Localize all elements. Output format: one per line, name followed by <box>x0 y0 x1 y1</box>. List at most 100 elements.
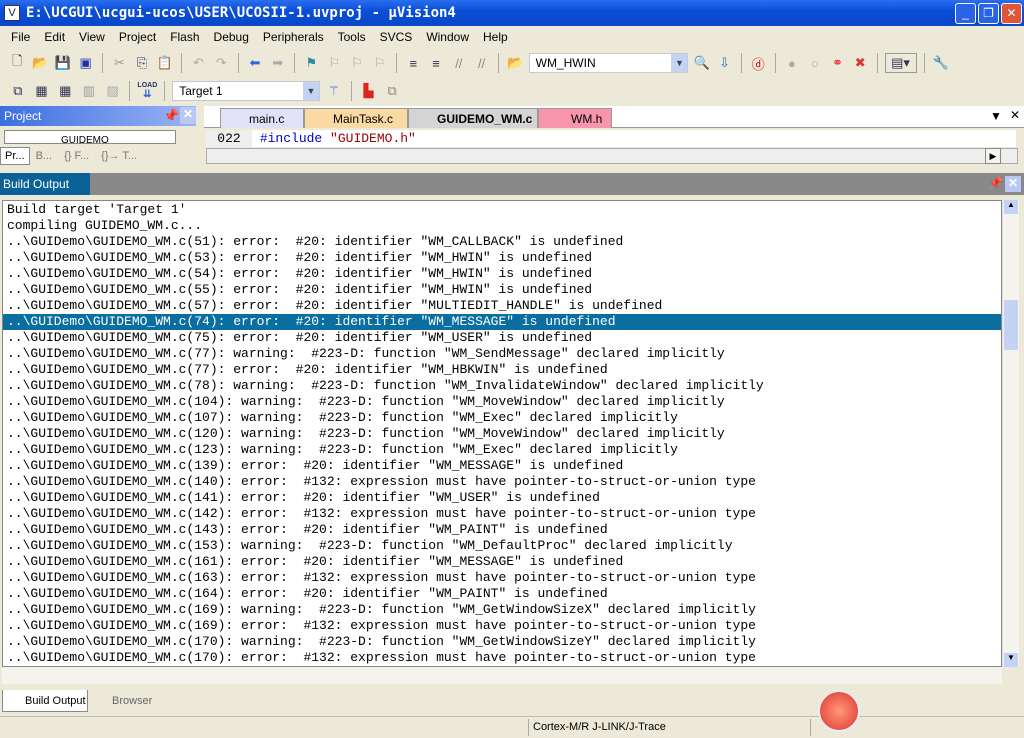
output-line[interactable]: ..\GUIDemo\GUIDEMO_WM.c(170): warning: #… <box>3 634 1001 650</box>
tab-maintask-c[interactable]: MainTask.c <box>304 108 408 128</box>
menu-tools[interactable]: Tools <box>331 30 373 44</box>
tab-functions[interactable]: {} F... <box>58 148 95 164</box>
menu-help[interactable]: Help <box>476 30 515 44</box>
debug-session-icon[interactable]: ⓓ <box>749 53 768 73</box>
output-line[interactable]: ..\GUIDemo\GUIDEMO_WM.c(163): error: #13… <box>3 570 1001 586</box>
target-select[interactable]: Target 1 ▼ <box>172 81 320 101</box>
tab-build-output[interactable]: Build Output <box>2 690 88 712</box>
chevron-down-icon[interactable]: ▼ <box>303 82 319 100</box>
open-folder-icon[interactable]: 📂 <box>31 53 50 73</box>
output-line[interactable]: ..\GUIDemo\GUIDEMO_WM.c(169): warning: #… <box>3 602 1001 618</box>
output-line[interactable]: ..\GUIDemo\GUIDEMO_WM.c(77): error: #20:… <box>3 362 1001 378</box>
comment-icon[interactable]: // <box>449 53 468 73</box>
close-panel-icon[interactable]: ✕ <box>1005 176 1021 192</box>
bookmark-icon[interactable]: ⚑ <box>302 53 321 73</box>
scroll-thumb[interactable] <box>1004 300 1018 350</box>
load-icon[interactable]: LOAD ⇊ <box>137 81 157 101</box>
output-line[interactable]: ..\GUIDemo\GUIDEMO_WM.c(139): error: #20… <box>3 458 1001 474</box>
output-line[interactable]: ..\GUIDemo\GUIDEMO_WM.c(55): error: #20:… <box>3 282 1001 298</box>
output-line[interactable]: ..\GUIDemo\GUIDEMO_WM.c(170): error: #13… <box>3 650 1001 666</box>
target-options-wand-icon[interactable]: ⚚ <box>324 81 344 101</box>
tab-guidemo-wm-c[interactable]: GUIDEMO_WM.c <box>408 108 538 128</box>
redo-icon[interactable]: ↷ <box>212 53 231 73</box>
undo-icon[interactable]: ↶ <box>189 53 208 73</box>
incremental-find-icon[interactable]: ⇩ <box>715 53 734 73</box>
minimize-button[interactable]: _ <box>955 3 976 24</box>
pin-icon[interactable]: 📌 <box>988 176 1003 190</box>
rebuild-icon[interactable]: ▦ <box>55 81 75 101</box>
paste-icon[interactable]: 📋 <box>155 53 174 73</box>
menu-peripherals[interactable]: Peripherals <box>256 30 331 44</box>
menu-debug[interactable]: Debug <box>207 30 256 44</box>
menu-window[interactable]: Window <box>419 30 476 44</box>
output-line[interactable]: ..\GUIDemo\GUIDEMO_WM.c(141): error: #20… <box>3 490 1001 506</box>
tab-browser[interactable]: Browser <box>90 690 158 712</box>
horizontal-scrollbar[interactable] <box>2 667 1002 684</box>
close-button[interactable]: ✕ <box>1001 3 1022 24</box>
output-line[interactable]: Build target 'Target 1' <box>3 202 1001 218</box>
output-line[interactable]: ..\GUIDemo\GUIDEMO_WM.c(142): error: #13… <box>3 506 1001 522</box>
batch-build-icon[interactable]: ▥ <box>79 81 99 101</box>
menu-project[interactable]: Project <box>112 30 163 44</box>
tab-project[interactable]: Pr... <box>0 147 30 165</box>
output-line[interactable]: ..\GUIDemo\GUIDEMO_WM.c(77): warning: #2… <box>3 346 1001 362</box>
output-line[interactable]: ..\GUIDemo\GUIDEMO_WM.c(143): error: #20… <box>3 522 1001 538</box>
select-packs-icon[interactable]: ⧉ <box>382 81 402 101</box>
tab-wm-h[interactable]: WM.h <box>538 108 612 128</box>
menu-edit[interactable]: Edit <box>37 30 72 44</box>
next-bookmark-icon[interactable]: ⚐ <box>348 53 367 73</box>
code-line[interactable]: 022 #include "GUIDEMO.h" <box>206 130 1016 147</box>
output-line[interactable]: ..\GUIDemo\GUIDEMO_WM.c(78): warning: #2… <box>3 378 1001 394</box>
configure-wrench-icon[interactable]: 🔧 <box>931 53 950 73</box>
scroll-right-icon[interactable]: ▶ <box>985 148 1001 164</box>
tab-books[interactable]: B... <box>30 148 59 164</box>
output-line[interactable]: ..\GUIDemo\GUIDEMO_WM.c(53): error: #20:… <box>3 250 1001 266</box>
tab-templates[interactable]: {}→ T... <box>95 148 143 164</box>
disable-breakpoint-icon[interactable]: ○ <box>805 53 824 73</box>
save-all-icon[interactable]: ▣ <box>76 53 95 73</box>
output-line[interactable]: ..\GUIDemo\GUIDEMO_WM.c(51): error: #20:… <box>3 234 1001 250</box>
back-arrow-icon[interactable]: ⬅ <box>246 53 265 73</box>
output-line[interactable]: ..\GUIDemo\GUIDEMO_WM.c(75): error: #20:… <box>3 330 1001 346</box>
output-line[interactable]: ..\GUIDemo\GUIDEMO_WM.c(161): error: #20… <box>3 554 1001 570</box>
pin-icon[interactable]: 📌 <box>163 108 179 124</box>
output-line[interactable]: ..\GUIDemo\GUIDEMO_WM.c(54): error: #20:… <box>3 266 1001 282</box>
output-line[interactable]: ..\GUIDemo\GUIDEMO_WM.c(74): error: #20:… <box>3 313 1001 331</box>
window-layout-icon[interactable]: ▤▾ <box>884 53 917 73</box>
disable-all-breakpoints-icon[interactable]: ⚭ <box>828 53 847 73</box>
find-in-files-icon[interactable]: 📂 <box>506 53 525 73</box>
clear-bookmarks-icon[interactable]: ⚐ <box>370 53 389 73</box>
chevron-down-icon[interactable]: ▼ <box>671 54 688 72</box>
menu-view[interactable]: View <box>72 30 112 44</box>
tab-main-c[interactable]: main.c <box>220 108 304 128</box>
output-line[interactable]: ..\GUIDemo\GUIDEMO_WM.c(153): warning: #… <box>3 538 1001 554</box>
close-tab-icon[interactable]: ✕ <box>1010 108 1020 122</box>
output-line[interactable]: ..\GUIDemo\GUIDEMO_WM.c(104): warning: #… <box>3 394 1001 410</box>
output-line[interactable]: ..\GUIDemo\GUIDEMO_WM.c(164): error: #20… <box>3 586 1001 602</box>
menu-flash[interactable]: Flash <box>163 30 206 44</box>
new-file-icon[interactable]: 🗋 <box>8 53 27 73</box>
kill-breakpoints-icon[interactable]: ✖ <box>851 53 870 73</box>
build-icon[interactable]: ▦ <box>32 81 52 101</box>
menu-svcs[interactable]: SVCS <box>373 30 420 44</box>
output-line[interactable]: ..\GUIDemo\GUIDEMO_WM.c(140): error: #13… <box>3 474 1001 490</box>
output-line[interactable]: ..\GUIDemo\GUIDEMO_WM.c(123): warning: #… <box>3 442 1001 458</box>
output-line[interactable]: ..\GUIDemo\GUIDEMO_WM.c(107): warning: #… <box>3 410 1001 426</box>
vertical-scrollbar[interactable]: ▲ ▼ <box>1002 200 1019 667</box>
tab-list-dropdown-icon[interactable]: ▼ <box>990 109 1002 123</box>
save-icon[interactable]: 💾 <box>54 53 73 73</box>
find-icon[interactable]: 🔍 <box>692 53 711 73</box>
close-panel-icon[interactable]: ✕ <box>180 107 196 124</box>
breakpoint-icon[interactable]: ● <box>783 53 802 73</box>
maximize-button[interactable]: ❐ <box>978 3 999 24</box>
scroll-down-icon[interactable]: ▼ <box>1004 653 1018 667</box>
forward-arrow-icon[interactable]: ➡ <box>268 53 287 73</box>
find-combo[interactable]: WM_HWIN ▼ <box>528 53 689 73</box>
project-tree[interactable]: GUIDEMO <box>4 130 176 144</box>
menu-file[interactable]: File <box>4 30 37 44</box>
cut-icon[interactable]: ✂ <box>110 53 129 73</box>
prev-bookmark-icon[interactable]: ⚐ <box>325 53 344 73</box>
copy-icon[interactable]: ⎘ <box>133 53 152 73</box>
output-line[interactable]: compiling GUIDEMO_WM.c... <box>3 218 1001 234</box>
scroll-up-icon[interactable]: ▲ <box>1004 200 1018 214</box>
